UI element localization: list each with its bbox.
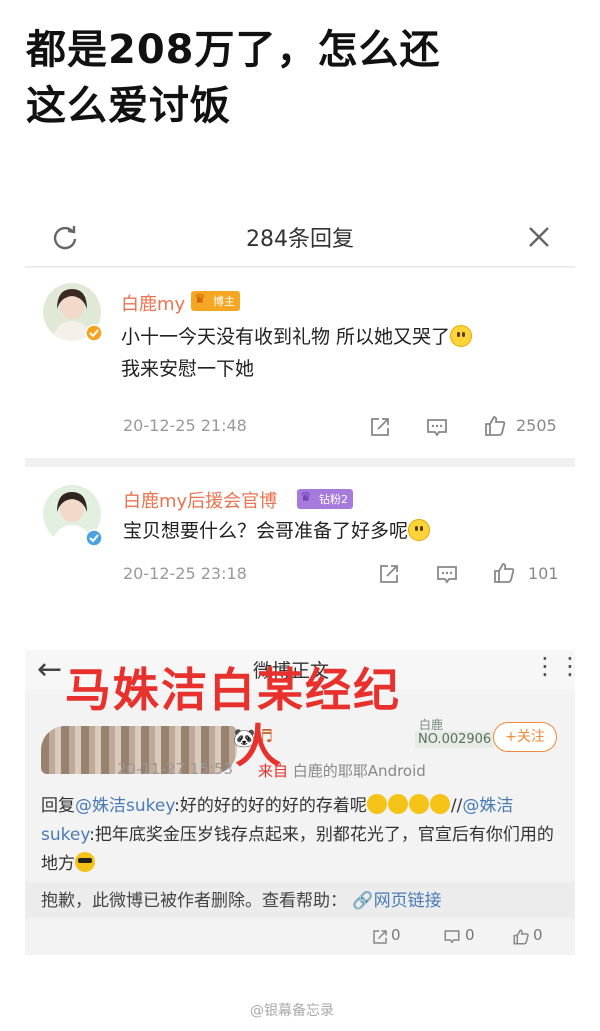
comment-icon[interactable] — [443, 928, 461, 946]
author-badge: ♛ 博主 — [191, 291, 240, 311]
share-icon[interactable] — [371, 928, 389, 946]
scared-emoji-icon — [429, 794, 450, 814]
share-icon[interactable] — [368, 415, 392, 439]
comment-icon[interactable] — [435, 563, 459, 587]
web-link[interactable]: 🔗网页链接 — [352, 891, 441, 911]
share-icon[interactable] — [377, 562, 401, 586]
comment-count: 0 — [465, 926, 475, 944]
verified-icon — [85, 529, 103, 547]
replies-header: 284条回复 — [25, 205, 575, 267]
grin-emoji-icon — [408, 519, 431, 541]
share-count: 0 — [391, 926, 401, 944]
comment-item: 白鹿my ♛ 博主 小十一今天没有收到礼物 所以她又哭了 我来安慰一下她 20-… — [25, 268, 575, 458]
comment-time: 20-12-25 23:18 — [123, 564, 247, 583]
close-icon[interactable] — [525, 223, 553, 251]
crown-icon: ♛ — [194, 292, 206, 307]
like-icon[interactable] — [512, 928, 530, 946]
like-icon[interactable] — [483, 414, 507, 438]
headline-line1: 都是208万了，怎么还 — [26, 27, 441, 73]
comment-icon[interactable] — [425, 416, 449, 440]
like-count: 0 — [533, 926, 543, 944]
watermark: @银幕备忘录 — [250, 1003, 334, 1019]
overlay-line2: 人 — [235, 719, 283, 773]
verified-icon — [85, 324, 103, 342]
smile-emoji-icon — [450, 325, 473, 347]
scared-emoji-icon — [387, 794, 408, 814]
headline-line2: 这么爱讨饭 — [26, 83, 231, 129]
replies-panel: 284条回复 白鹿my ♛ 博主 小十一今天没有收到礼物 所以她又哭了 我来安慰… — [25, 205, 575, 602]
author-badge: ♛ 钻粉2 — [297, 489, 353, 509]
like-count: 2505 — [516, 416, 557, 435]
deleted-notice: 抱歉，此微博已被作者删除。查看帮助： 🔗网页链接 — [25, 882, 575, 918]
comment-time: 20-12-25 21:48 — [123, 416, 247, 435]
overlay-caption: 马姝洁白某经纪 人 — [65, 662, 515, 774]
headline: 都是208万了，怎么还 这么爱讨饭 — [26, 22, 586, 134]
crown-icon: ♛ — [300, 490, 312, 505]
scared-emoji-icon — [408, 794, 429, 814]
replies-title: 284条回复 — [246, 227, 354, 252]
back-arrow-icon[interactable]: ← — [37, 652, 62, 687]
overlay-line1: 马姝洁白某经纪 — [65, 663, 401, 717]
scared-emoji-icon — [366, 794, 387, 814]
comment-author[interactable]: 白鹿my — [121, 290, 185, 316]
like-count: 101 — [528, 564, 559, 583]
like-icon[interactable] — [492, 561, 516, 585]
comment-item: 白鹿my后援会官博 ♛ 钻粉2 宝贝想要什么？会哥准备了好多呢 20-12-25… — [25, 467, 575, 602]
more-icon[interactable]: ⋮⋮ — [533, 652, 583, 680]
post-panel: ← 微博正文 ⋮⋮ 🐼 ♬ 20-11-27 15:53 来自 白鹿的耶耶And… — [25, 650, 582, 955]
comment-author[interactable]: 白鹿my后援会官博 — [123, 487, 277, 513]
sunglasses-emoji-icon — [75, 852, 95, 872]
comment-text: 小十一今天没有收到礼物 所以她又哭了 我来安慰一下她 — [121, 321, 473, 385]
mention-link[interactable]: @姝洁sukey — [75, 796, 174, 816]
post-actions: 0 0 0 — [25, 920, 575, 952]
post-body: 回复@姝洁sukey:好的好的好的好的存着呢//@姝洁sukey:把年底奖金压岁… — [41, 794, 554, 874]
comment-text: 宝贝想要什么？会哥准备了好多呢 — [123, 515, 431, 547]
